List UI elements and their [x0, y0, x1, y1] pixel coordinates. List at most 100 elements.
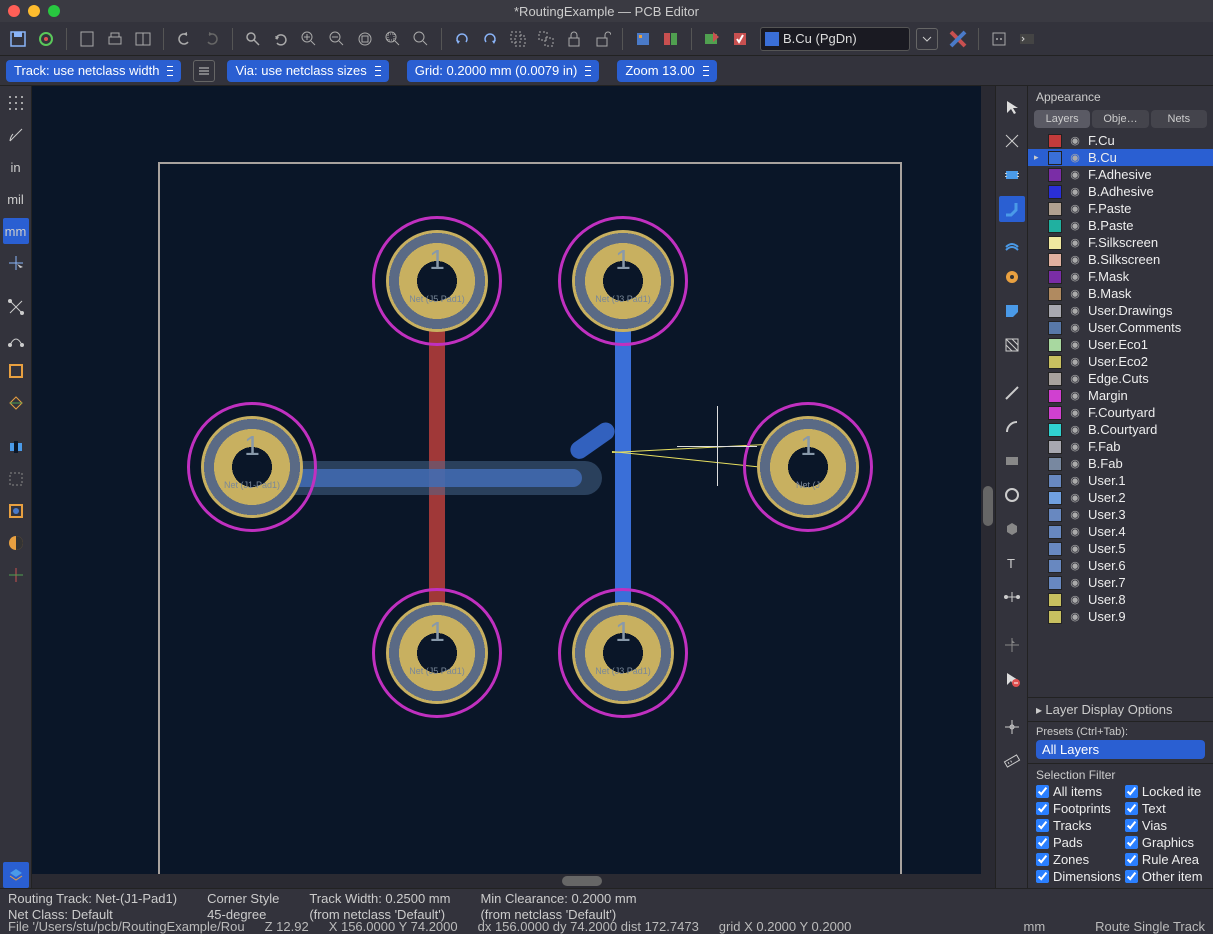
visibility-icon[interactable]: ◉ [1068, 151, 1082, 165]
layer-row[interactable]: ◉User.1 [1028, 472, 1213, 489]
layer-row[interactable]: ◉User.2 [1028, 489, 1213, 506]
rotate-cw-button[interactable] [478, 27, 502, 51]
layer-row[interactable]: ◉B.Adhesive [1028, 183, 1213, 200]
filter-other-item[interactable]: Other item [1125, 869, 1205, 884]
place-target-button[interactable] [999, 632, 1025, 658]
layer-row[interactable]: ◉F.Courtyard [1028, 404, 1213, 421]
layer-row[interactable]: ◉F.Adhesive [1028, 166, 1213, 183]
print-button[interactable] [103, 27, 127, 51]
visibility-icon[interactable]: ◉ [1068, 525, 1082, 539]
visibility-icon[interactable]: ◉ [1068, 236, 1082, 250]
tab-nets[interactable]: Nets [1151, 110, 1207, 128]
filter-pads[interactable]: Pads [1036, 835, 1121, 850]
outline-zone-button[interactable] [3, 358, 29, 384]
pad[interactable]: 1Net (J1-Pad1) [187, 402, 317, 532]
layers-list[interactable]: ◉F.Cu▸◉B.Cu◉F.Adhesive◉B.Adhesive◉F.Past… [1028, 130, 1213, 697]
pad[interactable]: 1Net (J [743, 402, 873, 532]
filter-locked-ite[interactable]: Locked ite [1125, 784, 1205, 799]
pad[interactable]: 1Net (J5 Pad1) [372, 216, 502, 346]
net-highlight-button[interactable] [3, 562, 29, 588]
highlight-net-button[interactable] [999, 128, 1025, 154]
visibility-icon[interactable]: ◉ [1068, 474, 1082, 488]
track-width-selector[interactable]: Track: use netclass width [6, 60, 181, 82]
filter-checkbox[interactable] [1036, 785, 1049, 798]
pad[interactable]: 1Net (J3 Pad1) [558, 216, 688, 346]
set-origin-button[interactable] [999, 714, 1025, 740]
layer-dropdown-button[interactable] [916, 28, 938, 50]
filter-checkbox[interactable] [1036, 836, 1049, 849]
layer-row[interactable]: ◉User.6 [1028, 557, 1213, 574]
active-layer-selector[interactable]: B.Cu (PgDn) [760, 27, 910, 51]
grid-selector[interactable]: Grid: 0.2000 mm (0.0079 in) [407, 60, 600, 82]
footprint-browser-button[interactable] [659, 27, 683, 51]
layer-row[interactable]: ◉User.Eco2 [1028, 353, 1213, 370]
layer-pair-button[interactable] [946, 27, 970, 51]
visibility-icon[interactable]: ◉ [1068, 542, 1082, 556]
filter-checkbox[interactable] [1036, 819, 1049, 832]
layer-row[interactable]: ▸◉B.Cu [1028, 149, 1213, 166]
minimize-window-button[interactable] [28, 5, 40, 17]
draw-polygon-button[interactable] [999, 516, 1025, 542]
visibility-icon[interactable]: ◉ [1068, 457, 1082, 471]
contrast-mode-button[interactable] [3, 530, 29, 556]
units-in-button[interactable]: in [3, 154, 29, 180]
layer-row[interactable]: ◉User.4 [1028, 523, 1213, 540]
page-settings-button[interactable] [75, 27, 99, 51]
layer-row[interactable]: ◉User.Eco1 [1028, 336, 1213, 353]
ratsnest-toggle-button[interactable] [3, 294, 29, 320]
layer-row[interactable]: ◉User.Drawings [1028, 302, 1213, 319]
layer-row[interactable]: ◉B.Silkscreen [1028, 251, 1213, 268]
filter-checkbox[interactable] [1125, 853, 1138, 866]
delete-button[interactable] [999, 666, 1025, 692]
tab-objects[interactable]: Obje… [1092, 110, 1148, 128]
measure-button[interactable] [999, 748, 1025, 774]
layer-row[interactable]: ◉B.Mask [1028, 285, 1213, 302]
layer-row[interactable]: ◉F.Silkscreen [1028, 234, 1213, 251]
visibility-icon[interactable]: ◉ [1068, 134, 1082, 148]
visibility-icon[interactable]: ◉ [1068, 610, 1082, 624]
filter-text[interactable]: Text [1125, 801, 1205, 816]
visibility-icon[interactable]: ◉ [1068, 185, 1082, 199]
show-vias-button[interactable] [3, 466, 29, 492]
layer-row[interactable]: ◉F.Mask [1028, 268, 1213, 285]
visibility-icon[interactable]: ◉ [1068, 389, 1082, 403]
board-setup-button[interactable] [34, 27, 58, 51]
zoom-fit-button[interactable] [353, 27, 377, 51]
scrollbar-horizontal[interactable] [32, 874, 981, 888]
scripting-button[interactable] [987, 27, 1011, 51]
place-dimension-button[interactable] [999, 584, 1025, 610]
filter-graphics[interactable]: Graphics [1125, 835, 1205, 850]
visibility-icon[interactable]: ◉ [1068, 287, 1082, 301]
polar-coords-button[interactable] [3, 122, 29, 148]
filter-checkbox[interactable] [1125, 836, 1138, 849]
zoom-out-button[interactable] [325, 27, 349, 51]
show-pads-button[interactable] [3, 434, 29, 460]
undo-button[interactable] [172, 27, 196, 51]
pad[interactable]: 1Net (J3 Pad1) [558, 588, 688, 718]
visibility-icon[interactable]: ◉ [1068, 423, 1082, 437]
refresh-button[interactable] [269, 27, 293, 51]
ungroup-button[interactable] [534, 27, 558, 51]
unlock-button[interactable] [590, 27, 614, 51]
draw-line-button[interactable] [999, 380, 1025, 406]
layers-manager-button[interactable] [3, 862, 29, 888]
layer-row[interactable]: ◉B.Paste [1028, 217, 1213, 234]
layer-row[interactable]: ◉B.Courtyard [1028, 421, 1213, 438]
visibility-icon[interactable]: ◉ [1068, 219, 1082, 233]
visibility-icon[interactable]: ◉ [1068, 440, 1082, 454]
draw-arc-button[interactable] [999, 414, 1025, 440]
scrollbar-vertical[interactable] [981, 86, 995, 888]
layer-row[interactable]: ◉F.Paste [1028, 200, 1213, 217]
visibility-icon[interactable]: ◉ [1068, 253, 1082, 267]
visibility-icon[interactable]: ◉ [1068, 270, 1082, 284]
layer-row[interactable]: ◉User.Comments [1028, 319, 1213, 336]
draw-rect-button[interactable] [999, 448, 1025, 474]
layer-row[interactable]: ◉F.Cu [1028, 132, 1213, 149]
place-footprint-button[interactable] [999, 162, 1025, 188]
place-zone-button[interactable] [999, 298, 1025, 324]
cursor-shape-button[interactable] [3, 250, 29, 276]
console-button[interactable] [1015, 27, 1039, 51]
tab-layers[interactable]: Layers [1034, 110, 1090, 128]
filter-tracks[interactable]: Tracks [1036, 818, 1121, 833]
filter-rule-area[interactable]: Rule Area [1125, 852, 1205, 867]
